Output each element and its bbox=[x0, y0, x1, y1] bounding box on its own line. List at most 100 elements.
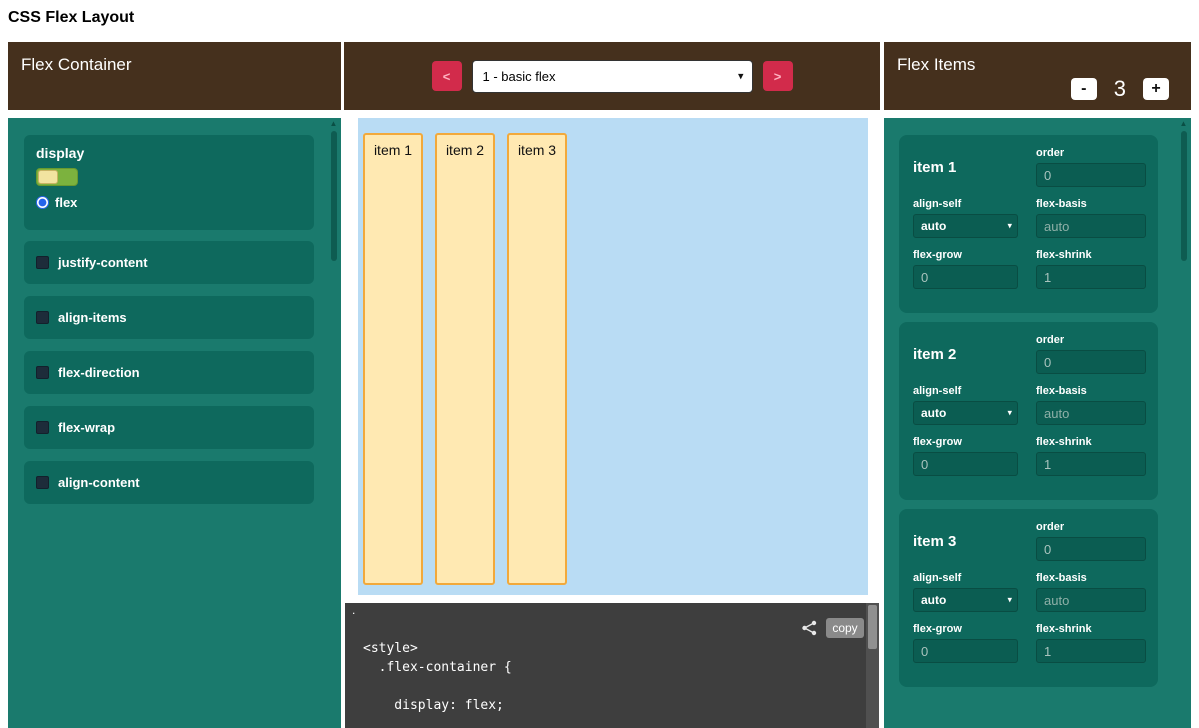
flex-direction-label: flex-direction bbox=[58, 365, 140, 380]
item-1-flex-shrink-input[interactable] bbox=[1036, 265, 1146, 289]
item-3-card: item 3 order align-self auto ▾ flex-basi… bbox=[899, 509, 1158, 687]
preview-item-3: item 3 bbox=[507, 133, 567, 585]
code-scrollbar-thumb[interactable] bbox=[868, 605, 877, 649]
flex-basis-label: flex-basis bbox=[1036, 198, 1146, 210]
item-2-flex-grow-field: flex-grow bbox=[913, 436, 1018, 476]
item-2-flex-shrink-input[interactable] bbox=[1036, 452, 1146, 476]
item-3-align-self-select[interactable]: auto bbox=[913, 588, 1018, 612]
item-2-flex-basis-field: flex-basis bbox=[1036, 385, 1146, 425]
align-content-checkbox[interactable] bbox=[36, 476, 49, 489]
item-1-align-self-wrap: auto ▾ bbox=[913, 214, 1018, 238]
display-toggle-knob bbox=[38, 170, 58, 184]
container-panel-scrollbar[interactable]: ▲ bbox=[328, 118, 339, 728]
align-self-label: align-self bbox=[913, 385, 1018, 397]
next-preset-button[interactable]: > bbox=[763, 61, 793, 91]
flex-container-panel: display flex justify-content align-items… bbox=[8, 118, 341, 728]
add-item-button[interactable]: + bbox=[1143, 78, 1169, 100]
align-self-label: align-self bbox=[913, 198, 1018, 210]
items-panel-scrollbar[interactable]: ▲ bbox=[1178, 118, 1189, 728]
item-2-order-field: order bbox=[1036, 334, 1146, 374]
item-3-flex-shrink-field: flex-shrink bbox=[1036, 623, 1146, 663]
flex-basis-label: flex-basis bbox=[1036, 572, 1146, 584]
item-1-order-input[interactable] bbox=[1036, 163, 1146, 187]
preset-nav-header: < 1 - basic flex ▾ > bbox=[344, 42, 880, 110]
justify-content-checkbox[interactable] bbox=[36, 256, 49, 269]
order-label: order bbox=[1036, 521, 1146, 533]
item-2-card: item 2 order align-self auto ▾ flex-basi… bbox=[899, 322, 1158, 500]
item-3-align-self-wrap: auto ▾ bbox=[913, 588, 1018, 612]
item-2-order-input[interactable] bbox=[1036, 350, 1146, 374]
remove-item-button[interactable]: - bbox=[1071, 78, 1097, 100]
flex-wrap-group[interactable]: flex-wrap bbox=[24, 406, 314, 449]
item-2-align-self-select[interactable]: auto bbox=[913, 401, 1018, 425]
item-3-flex-basis-input[interactable] bbox=[1036, 588, 1146, 612]
prev-preset-button[interactable]: < bbox=[432, 61, 462, 91]
code-text: <style> .flex-container { display: flex; bbox=[363, 639, 512, 715]
align-items-checkbox[interactable] bbox=[36, 311, 49, 324]
flex-shrink-label: flex-shrink bbox=[1036, 249, 1146, 261]
code-panel: . copy <style> .flex-container { display… bbox=[345, 603, 879, 728]
align-content-label: align-content bbox=[58, 475, 140, 490]
copy-button[interactable]: copy bbox=[826, 618, 864, 638]
item-2-flex-grow-input[interactable] bbox=[913, 452, 1018, 476]
item-3-flex-grow-input[interactable] bbox=[913, 639, 1018, 663]
scroll-up-icon[interactable]: ▲ bbox=[328, 118, 339, 130]
flex-grow-label: flex-grow bbox=[913, 436, 1018, 448]
item-2-align-self-wrap: auto ▾ bbox=[913, 401, 1018, 425]
item-1-align-self-select[interactable]: auto bbox=[913, 214, 1018, 238]
flex-basis-label: flex-basis bbox=[1036, 385, 1146, 397]
flex-items-header: Flex Items - 3 + bbox=[884, 42, 1191, 110]
item-3-title: item 3 bbox=[913, 533, 1018, 550]
flex-container-header: Flex Container bbox=[8, 42, 341, 110]
scroll-up-icon[interactable]: ▲ bbox=[1178, 118, 1189, 130]
display-flex-option[interactable]: flex bbox=[36, 195, 302, 210]
item-1-flex-basis-field: flex-basis bbox=[1036, 198, 1146, 238]
flex-direction-group[interactable]: flex-direction bbox=[24, 351, 314, 394]
flex-shrink-label: flex-shrink bbox=[1036, 436, 1146, 448]
item-3-order-field: order bbox=[1036, 521, 1146, 561]
flex-items-title: Flex Items bbox=[897, 55, 975, 75]
item-3-flex-shrink-input[interactable] bbox=[1036, 639, 1146, 663]
flex-grow-label: flex-grow bbox=[913, 249, 1018, 261]
preset-select[interactable]: 1 - basic flex bbox=[472, 60, 753, 93]
items-scrollbar-thumb[interactable] bbox=[1181, 131, 1187, 261]
flex-wrap-label: flex-wrap bbox=[58, 420, 115, 435]
item-3-flex-basis-field: flex-basis bbox=[1036, 572, 1146, 612]
code-scrollbar[interactable] bbox=[866, 603, 879, 728]
share-icon[interactable] bbox=[801, 620, 818, 636]
item-3-flex-grow-field: flex-grow bbox=[913, 623, 1018, 663]
flex-container-title: Flex Container bbox=[21, 55, 132, 75]
item-1-flex-basis-input[interactable] bbox=[1036, 214, 1146, 238]
flex-direction-checkbox[interactable] bbox=[36, 366, 49, 379]
item-1-flex-shrink-field: flex-shrink bbox=[1036, 249, 1146, 289]
item-1-card: item 1 order align-self auto ▾ flex-basi… bbox=[899, 135, 1158, 313]
preview-item-1: item 1 bbox=[363, 133, 423, 585]
item-2-align-self-field: align-self auto ▾ bbox=[913, 385, 1018, 425]
item-1-order-field: order bbox=[1036, 147, 1146, 187]
item-2-flex-basis-input[interactable] bbox=[1036, 401, 1146, 425]
align-items-group[interactable]: align-items bbox=[24, 296, 314, 339]
justify-content-group[interactable]: justify-content bbox=[24, 241, 314, 284]
item-1-flex-grow-input[interactable] bbox=[913, 265, 1018, 289]
item-3-align-self-field: align-self auto ▾ bbox=[913, 572, 1018, 612]
item-1-flex-grow-field: flex-grow bbox=[913, 249, 1018, 289]
align-items-label: align-items bbox=[58, 310, 127, 325]
item-2-title: item 2 bbox=[913, 346, 1018, 363]
item-1-title: item 1 bbox=[913, 159, 1018, 176]
display-flex-radio-label: flex bbox=[55, 195, 77, 210]
item-3-order-input[interactable] bbox=[1036, 537, 1146, 561]
item-count-controls: - 3 + bbox=[1071, 76, 1169, 102]
flex-shrink-label: flex-shrink bbox=[1036, 623, 1146, 635]
preset-select-wrap: 1 - basic flex ▾ bbox=[472, 60, 753, 93]
code-dot: . bbox=[352, 603, 355, 617]
flex-wrap-checkbox[interactable] bbox=[36, 421, 49, 434]
display-flex-radio[interactable] bbox=[36, 196, 49, 209]
item-2-flex-shrink-field: flex-shrink bbox=[1036, 436, 1146, 476]
order-label: order bbox=[1036, 147, 1146, 159]
display-toggle[interactable] bbox=[36, 168, 78, 186]
display-group: display flex bbox=[24, 135, 314, 230]
container-scrollbar-thumb[interactable] bbox=[331, 131, 337, 261]
flex-preview-container: item 1 item 2 item 3 bbox=[358, 118, 868, 595]
align-self-label: align-self bbox=[913, 572, 1018, 584]
align-content-group[interactable]: align-content bbox=[24, 461, 314, 504]
